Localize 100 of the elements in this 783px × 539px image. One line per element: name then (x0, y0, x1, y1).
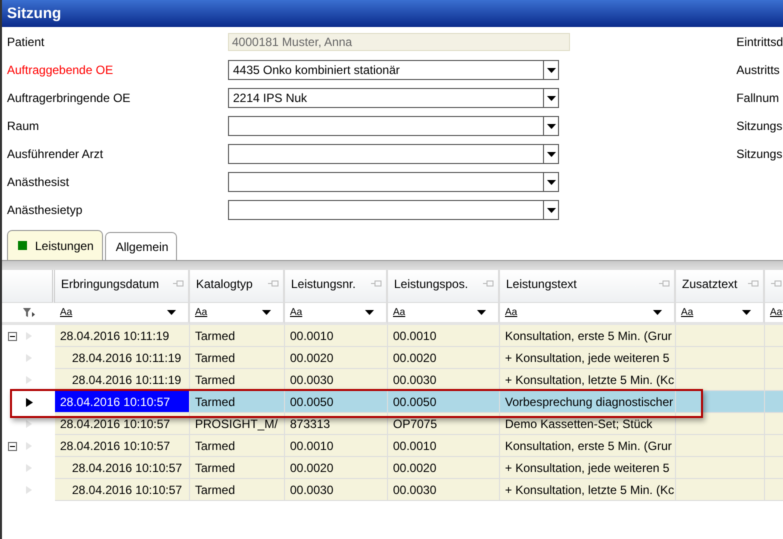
caret-icon (653, 310, 662, 315)
table-cell: Vorbesprechung diagnostischer (500, 391, 676, 413)
column-header[interactable]: Katalogtyp (190, 270, 285, 303)
filter-cell[interactable]: Aa (388, 303, 500, 325)
table-cell: 28.04.2016 10:11:19 (55, 369, 190, 391)
caret-icon (546, 180, 556, 184)
table-cell: 28.04.2016 10:11:19 (55, 347, 190, 369)
field-label: Ausführender Arzt (6, 147, 104, 161)
window-title: Sitzung (2, 0, 783, 27)
pin-icon[interactable] (771, 280, 782, 287)
column-header[interactable]: Leistungsnr. (285, 270, 388, 303)
table-cell: Tarmed (190, 391, 285, 413)
caret-icon (546, 96, 556, 100)
table-cell: PROSIGHT_M/ (190, 413, 285, 435)
table-cell: 28.04.2016 10:11:19 (55, 325, 190, 347)
pin-icon[interactable] (659, 280, 670, 287)
table-cell: Tarmed (190, 479, 285, 501)
column-header[interactable]: Zusatztext (676, 270, 765, 303)
table-cell: Konsultation, erste 5 Min. (Grur (500, 435, 676, 457)
filter-icon[interactable] (22, 308, 34, 318)
table-cell: 00.0030 (388, 369, 500, 391)
table-cell: + Konsultation, jede weiteren 5 (500, 347, 676, 369)
field-label: Austritts (736, 62, 781, 79)
table-cell: 00.0020 (388, 347, 500, 369)
row-pointer-icon (26, 442, 32, 450)
tab[interactable]: Leistungen (7, 230, 103, 260)
column-header[interactable]: Leistungspos. (388, 270, 500, 303)
dropdown-field[interactable] (228, 116, 559, 136)
row-pointer-icon (26, 464, 32, 472)
table-cell: 28.04.2016 10:10:57 (55, 391, 190, 413)
row-pointer-icon (26, 398, 33, 406)
table-cell: Tarmed (190, 347, 285, 369)
pin-icon[interactable] (748, 280, 759, 287)
table-cell: 00.0020 (285, 347, 388, 369)
row-pointer-icon (26, 486, 32, 494)
caret-icon (546, 124, 556, 128)
table-cell: 00.0030 (285, 479, 388, 501)
dropdown-field[interactable] (228, 172, 559, 192)
table-cell: 00.0010 (388, 435, 500, 457)
table-cell: 28.04.2016 10:10:57 (55, 479, 190, 501)
dropdown-field[interactable]: 4435 Onko kombiniert stationär (228, 60, 559, 80)
table-cell: 00.0010 (285, 325, 388, 347)
status-icon (18, 241, 27, 250)
filter-cell[interactable]: Aa (190, 303, 285, 325)
table-cell: + Konsultation, jede weiteren 5 (500, 457, 676, 479)
filter-cell[interactable]: Aa (676, 303, 765, 325)
caret-icon (546, 152, 556, 156)
filter-cell[interactable]: Aa (500, 303, 676, 325)
table-cell: 873313 (285, 413, 388, 435)
table-cell: Tarmed (190, 435, 285, 457)
pin-icon[interactable] (268, 280, 279, 287)
table-cell: Tarmed (190, 325, 285, 347)
pin-icon[interactable] (371, 280, 382, 287)
table-cell: Tarmed (190, 457, 285, 479)
column-header[interactable]: Erbringungsdatum (55, 270, 190, 303)
caret-icon (167, 310, 176, 315)
table-cell: OP7075 (388, 413, 500, 435)
field-label: Sitzungs (736, 146, 783, 163)
table-cell: 28.04.2016 10:10:57 (55, 457, 190, 479)
collapse-icon[interactable] (8, 332, 17, 340)
pin-icon[interactable] (483, 280, 494, 287)
table-cell: 00.0020 (388, 457, 500, 479)
tab[interactable]: Allgemein (104, 232, 178, 260)
field-label: Raum (6, 119, 40, 133)
field-label: Anästhesietyp (6, 203, 84, 217)
pin-icon[interactable] (173, 280, 184, 287)
caret-icon (742, 310, 751, 315)
collapse-icon[interactable] (8, 442, 17, 450)
field-label: Anästhesist (6, 175, 70, 189)
patient-field: 4000181 Muster, Anna (228, 33, 570, 51)
table-cell: 00.0030 (388, 479, 500, 501)
table-cell: + Konsultation, letzte 5 Min. (Kc (500, 479, 676, 501)
row-pointer-icon (26, 354, 32, 362)
field-label: Patient (6, 35, 46, 49)
dropdown-field[interactable]: 2214 IPS Nuk (228, 88, 559, 108)
caret-icon (546, 208, 556, 212)
caret-icon (477, 310, 486, 315)
column-header[interactable]: Leistungstext (500, 270, 676, 303)
table-cell: 00.0010 (285, 435, 388, 457)
table-cell: 00.0020 (285, 457, 388, 479)
table-cell: Demo Kassetten-Set; Stück (500, 413, 676, 435)
table-cell: 00.0030 (285, 369, 388, 391)
caret-icon (262, 310, 271, 315)
dropdown-field[interactable] (228, 200, 559, 220)
table-cell: 28.04.2016 10:10:57 (55, 413, 190, 435)
filter-cell[interactable]: Aa (285, 303, 388, 325)
table-cell: 00.0050 (285, 391, 388, 413)
row-pointer-icon (26, 332, 32, 340)
table-cell: 00.0050 (388, 391, 500, 413)
field-label: Fallnum (736, 90, 780, 107)
table-cell: Tarmed (190, 369, 285, 391)
caret-icon (546, 68, 556, 72)
table-cell: Konsultation, erste 5 Min. (Grur (500, 325, 676, 347)
filter-cell[interactable]: Aa (55, 303, 190, 325)
caret-icon (365, 310, 374, 315)
field-label: Sitzungs (736, 118, 783, 135)
dropdown-field[interactable] (228, 144, 559, 164)
table-cell: + Konsultation, letzte 5 Min. (Kc (500, 369, 676, 391)
field-label: Eintrittsd (736, 34, 783, 51)
row-pointer-icon (26, 376, 32, 384)
